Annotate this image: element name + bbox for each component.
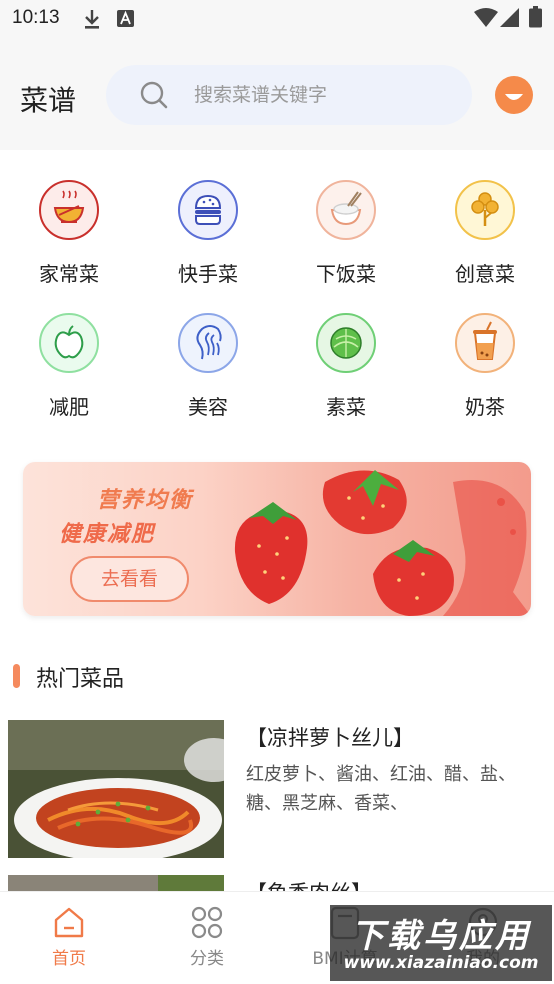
signal-icon (500, 8, 520, 32)
category-label: 减肥 (49, 395, 89, 419)
category-label: 美容 (188, 395, 228, 419)
avatar[interactable] (495, 76, 533, 114)
category-vegetarian[interactable]: 素菜 (286, 283, 406, 419)
watermark: 下载乌应用 www.xiazainiao.com (330, 905, 552, 981)
category-milk-tea[interactable]: 奶茶 (425, 283, 545, 419)
section-accent-bar (13, 664, 20, 688)
category-creative-dish[interactable]: 创意菜 (425, 150, 545, 286)
tab-label: 首页 (52, 949, 86, 969)
search-box[interactable] (106, 65, 472, 125)
recipe-ingredients: 红皮萝卜、酱油、红油、醋、盐、糖、黑芝麻、香菜、 (246, 764, 516, 814)
tree-icon (455, 180, 515, 240)
search-icon (140, 81, 168, 113)
search-input[interactable] (194, 65, 454, 125)
face-icon (178, 313, 238, 373)
tab-category[interactable]: 分类 (138, 892, 276, 984)
home-icon (53, 906, 85, 940)
category-beauty[interactable]: 美容 (148, 283, 268, 419)
bowl-icon (39, 180, 99, 240)
grid-icon (191, 906, 223, 940)
tab-home[interactable]: 首页 (0, 892, 138, 984)
watermark-url: www.xiazainiao.com (343, 953, 539, 973)
wifi-icon (474, 8, 498, 32)
recipe-item[interactable]: 【凉拌萝卜丝儿】 红皮萝卜、酱油、红油、醋、盐、糖、黑芝麻、香菜、 (0, 720, 554, 860)
recipe-name: 【凉拌萝卜丝儿】 (246, 726, 414, 750)
burger-icon (178, 180, 238, 240)
rice-bowl-icon (316, 180, 376, 240)
category-rice-dish[interactable]: 下饭菜 (286, 150, 406, 286)
watermark-text: 下载乌应用 (351, 916, 531, 955)
header: 菜谱 (0, 38, 554, 150)
category-weight-loss[interactable]: 减肥 (9, 283, 129, 419)
status-bar: 10:13 (0, 0, 554, 38)
recipe-thumbnail (8, 720, 224, 858)
apple-icon (39, 313, 99, 373)
page-title: 菜谱 (20, 84, 77, 117)
section-title: 热门菜品 (36, 667, 125, 692)
tab-label: 分类 (190, 949, 224, 969)
smiley-icon (505, 94, 523, 100)
strawberry-illustration (234, 470, 531, 616)
banner-subtitle: 健康减肥 (59, 522, 156, 547)
status-time: 10:13 (12, 7, 60, 28)
category-quick-dish[interactable]: 快手菜 (148, 150, 268, 286)
banner-go-button[interactable]: 去看看 (70, 556, 189, 602)
battery-icon (529, 6, 542, 32)
section-header: 热门菜品 (0, 650, 554, 700)
download-icon (82, 8, 102, 34)
category-label: 素菜 (326, 395, 366, 419)
font-a-icon (117, 10, 134, 31)
cabbage-icon (316, 313, 376, 373)
category-label: 奶茶 (465, 395, 505, 419)
category-home-cooking[interactable]: 家常菜 (9, 150, 129, 286)
promo-banner[interactable]: 营养均衡 健康减肥 去看看 (23, 462, 531, 616)
milk-tea-icon (455, 313, 515, 373)
banner-title: 营养均衡 (97, 488, 194, 513)
